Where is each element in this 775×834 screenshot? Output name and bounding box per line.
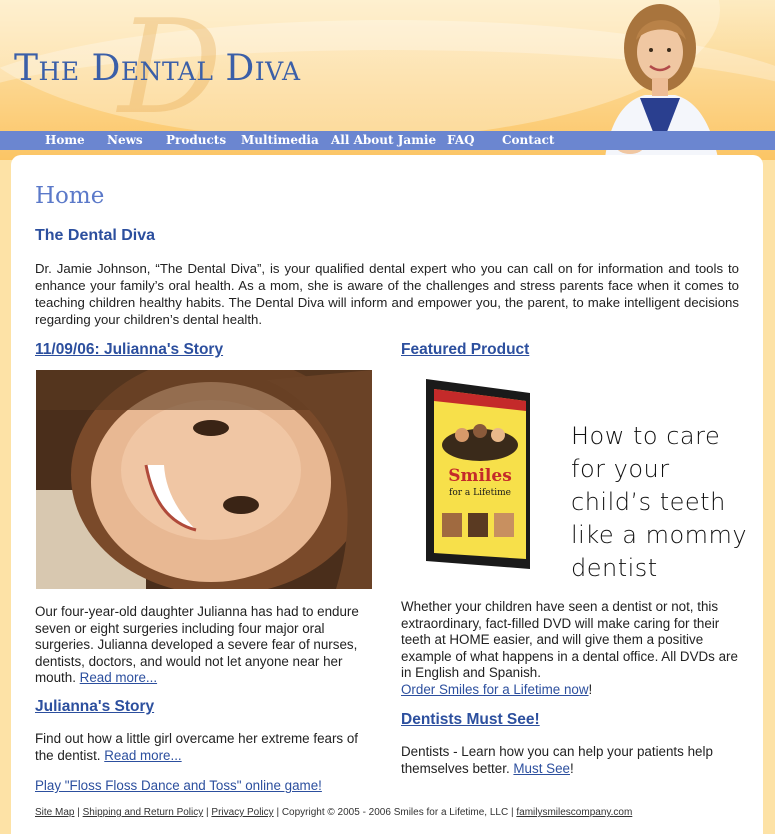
nav-products[interactable]: Products [166,133,226,147]
footer-shipping-link[interactable]: Shipping and Return Policy [83,807,204,818]
julianna-story-link[interactable]: Julianna's Story [35,698,154,716]
must-see-suffix: ! [569,760,574,776]
dentists-must-see-heading-link[interactable]: Dentists Must See! [401,711,540,729]
dentists-text-block: Dentists - Learn how you can help your p… [401,744,741,777]
dvd-tagline: How to care for your child’s teeth like … [571,422,748,582]
footer-separator: | [74,807,83,818]
page-title: Home [35,183,105,209]
product-text-block: Whether your children have seen a dentis… [401,599,741,698]
story-text-block: Our four-year-old daughter Julianna has … [35,604,371,687]
nav-faq[interactable]: FAQ [447,133,475,147]
content-card: Home The Dental Diva Dr. Jamie Johnson, … [11,155,763,834]
read-more-link[interactable]: Read more... [104,748,181,763]
game-link[interactable]: Play "Floss Floss Dance and Toss" online… [35,778,322,795]
footer-privacy-link[interactable]: Privacy Policy [211,807,273,818]
intro-heading: The Dental Diva [35,227,156,244]
nav-news[interactable]: News [107,133,143,147]
footer-copyright: Copyright © 2005 - 2006 Smiles for a Lif… [281,807,509,818]
footer: Site Map | Shipping and Return Policy | … [35,807,632,818]
dvd-subtitle: for a Lifetime [449,488,511,498]
product-text: Whether your children have seen a dentis… [401,599,738,680]
dvd-product-image[interactable]: Smiles for a Lifetime [422,375,534,571]
footer-site-map-link[interactable]: Site Map [35,807,74,818]
read-more-link[interactable]: Read more... [80,670,157,685]
order-suffix: ! [588,681,593,697]
nav-contact[interactable]: Contact [502,133,554,147]
footer-separator: | [273,807,282,818]
site-title[interactable]: The Dental Diva [14,48,301,89]
story2-text: Find out how a little girl overcame her … [35,731,359,763]
footer-domain-link[interactable]: familysmilescompany.com [516,807,632,818]
must-see-link[interactable]: Must See [513,761,570,776]
intro-text: Dr. Jamie Johnson, “The Dental Diva”, is… [35,261,739,327]
story-heading-link[interactable]: 11/09/06: Julianna's Story [35,341,223,359]
main-nav: Home News Products Multimedia All About … [0,131,775,150]
order-link[interactable]: Order Smiles for a Lifetime now [401,682,589,697]
featured-product-heading-link[interactable]: Featured Product [401,341,529,359]
dvd-title: Smiles [448,466,512,486]
site-header: D The Dental Diva Home News Products Mul… [0,0,775,160]
story2-text-block: Find out how a little girl overcame her … [35,731,371,764]
nav-home[interactable]: Home [45,133,85,147]
nav-multimedia[interactable]: Multimedia [241,133,319,147]
girl-photo [36,370,372,589]
nav-all-about-jamie[interactable]: All About Jamie [331,133,436,147]
